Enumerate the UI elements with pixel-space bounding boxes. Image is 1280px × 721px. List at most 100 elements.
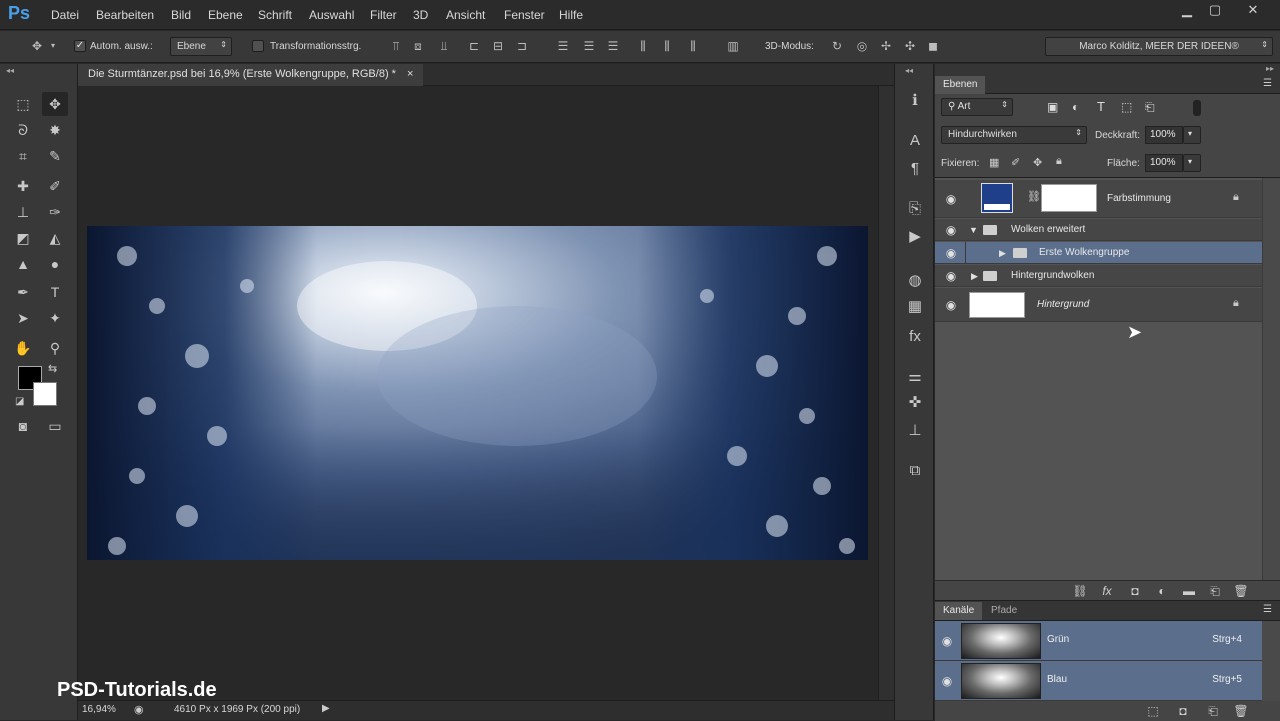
brush-presets-panel-icon[interactable]: ✜	[903, 392, 927, 414]
close-button[interactable]: ✕	[1236, 0, 1270, 22]
background-color-swatch[interactable]	[33, 382, 57, 406]
layers-scrollbar[interactable]	[1262, 178, 1280, 580]
menu-ansicht[interactable]: Ansicht	[446, 8, 485, 22]
new-adjustment-layer-icon[interactable]: ◐	[1154, 583, 1170, 599]
3d-scale-icon[interactable]: ◼	[926, 39, 940, 53]
color-panel-icon[interactable]: ◍	[903, 270, 927, 292]
info-panel-icon[interactable]: ℹ	[903, 90, 927, 112]
group-expanded-arrow-icon[interactable]: ▼	[969, 225, 978, 235]
link-layers-icon[interactable]: ⛓	[1072, 583, 1088, 599]
quick-mask-icon[interactable]: ◙	[10, 414, 36, 438]
save-selection-icon[interactable]: ◘	[1175, 703, 1191, 719]
visibility-eye-icon[interactable]: ◉	[939, 633, 955, 649]
zoom-level[interactable]: 16,94%	[82, 704, 116, 715]
3d-slide-icon[interactable]: ✣	[903, 39, 917, 53]
auto-align-icon[interactable]: ▥	[726, 39, 740, 53]
mask-link-icon[interactable]: ⛓	[1027, 190, 1041, 203]
layer-row-erste-wolkengruppe[interactable]: ◉ ▶ Erste Wolkengruppe	[935, 242, 1262, 264]
path-selection-tool-icon[interactable]: ➤	[10, 306, 36, 330]
type-tool-icon[interactable]: T	[42, 280, 68, 304]
align-bottom-icon[interactable]: ⫫	[437, 39, 451, 53]
visibility-eye-icon[interactable]: ◉	[943, 222, 959, 238]
group-collapsed-arrow-icon[interactable]: ▶	[971, 271, 978, 282]
new-group-icon[interactable]: ▬	[1181, 583, 1197, 599]
layer-row-hintergrund[interactable]: ◉ Hintergrund 🔒︎	[935, 288, 1262, 322]
history-panel-icon[interactable]: ⎘	[903, 198, 927, 220]
lock-all-icon[interactable]: 🔒︎	[1056, 155, 1062, 168]
delete-channel-icon[interactable]: 🗑︎	[1233, 703, 1249, 719]
default-colors-icon[interactable]: ◪	[15, 396, 24, 407]
screen-mode-icon[interactable]: ▭	[42, 414, 68, 438]
lock-position-icon[interactable]: ✥	[1033, 156, 1042, 169]
magic-wand-tool-icon[interactable]: ✸	[42, 118, 68, 142]
new-channel-icon[interactable]: ⎗	[1205, 703, 1221, 719]
styles-panel-icon[interactable]: fx	[903, 326, 927, 348]
distribute-left-icon[interactable]: ⫼	[636, 39, 650, 53]
tab-channels[interactable]: Kanäle	[935, 602, 983, 620]
move-tool-icon[interactable]: ✥	[26, 39, 48, 53]
paint-bucket-tool-icon[interactable]: ◭	[42, 226, 68, 250]
layer-row-farbstimmung[interactable]: ◉ ⛓ Farbstimmung 🔒︎	[935, 180, 1262, 218]
history-brush-tool-icon[interactable]: ✑	[42, 200, 68, 224]
distribute-bottom-icon[interactable]: ☰	[606, 39, 620, 53]
filter-type-icon[interactable]: T	[1097, 99, 1105, 114]
lock-transparency-icon[interactable]: ▦	[989, 156, 999, 169]
visibility-eye-icon[interactable]: ◉	[939, 673, 955, 689]
menu-fenster[interactable]: Fenster	[504, 8, 545, 22]
eyedropper-tool-icon[interactable]: ✎	[42, 144, 68, 168]
filter-kind-dropdown[interactable]: ⚲ Art ⇕	[941, 98, 1013, 116]
collapse-panels-icon[interactable]: ▸▸	[1266, 64, 1274, 73]
close-document-icon[interactable]: ×	[407, 68, 413, 80]
align-left-icon[interactable]: ⊏	[467, 39, 481, 53]
visibility-eye-icon[interactable]: ◉	[943, 268, 959, 284]
clone-stamp-tool-icon[interactable]: ⊥	[10, 200, 36, 224]
auto-select-checkbox[interactable]: ✓	[74, 40, 86, 52]
tab-layers[interactable]: Ebenen	[935, 76, 986, 94]
distribute-top-icon[interactable]: ☰	[556, 39, 570, 53]
menu-bild[interactable]: Bild	[171, 8, 191, 22]
visibility-eye-icon[interactable]: ◉	[943, 245, 959, 261]
status-info-icon[interactable]: ◉	[134, 703, 144, 716]
tab-paths[interactable]: Pfade	[983, 602, 1025, 620]
swatches-panel-icon[interactable]: ▦	[903, 296, 927, 318]
menu-bearbeiten[interactable]: Bearbeiten	[96, 8, 154, 22]
canvas-image[interactable]	[87, 226, 868, 560]
swap-colors-icon[interactable]: ⇆	[48, 362, 57, 375]
layer-row-wolken-erweitert[interactable]: ◉ ▼ Wolken erweitert	[935, 219, 1262, 241]
new-layer-icon[interactable]: ⎗	[1207, 583, 1223, 599]
align-top-icon[interactable]: ⫪	[389, 39, 403, 53]
canvas-vertical-scrollbar[interactable]	[878, 86, 894, 700]
fill-slider-dropdown[interactable]: ▾	[1183, 154, 1201, 172]
status-menu-arrow-icon[interactable]: ▶	[322, 703, 330, 714]
dodge-tool-icon[interactable]: ●	[42, 252, 68, 276]
tool-preset-dropdown[interactable]: ▾	[48, 39, 58, 53]
menu-auswahl[interactable]: Auswahl	[309, 8, 354, 22]
filter-smart-object-icon[interactable]: ⎗	[1145, 100, 1155, 115]
transform-controls-checkbox[interactable]	[252, 40, 264, 52]
filter-pixel-icon[interactable]: ▣	[1047, 100, 1058, 114]
lock-pixels-icon[interactable]: ✐	[1011, 156, 1020, 169]
document-tab[interactable]: Die Sturmtänzer.psd bei 16,9% (Erste Wol…	[78, 64, 424, 86]
adjustments-panel-icon[interactable]: ⚌	[903, 366, 927, 388]
menu-3d[interactable]: 3D	[413, 8, 428, 22]
character-panel-icon[interactable]: A	[903, 130, 927, 152]
3d-panel-icon[interactable]: ⧉	[903, 460, 927, 482]
3d-roll-icon[interactable]: ◎	[855, 39, 869, 53]
blur-tool-icon[interactable]: ▲	[10, 252, 36, 276]
blend-mode-dropdown[interactable]: Hindurchwirken ⇕	[941, 126, 1087, 144]
paragraph-panel-icon[interactable]: ¶	[903, 158, 927, 180]
pen-tool-icon[interactable]: ✒	[10, 280, 36, 304]
3d-pan-icon[interactable]: ✢	[879, 39, 893, 53]
move-tool-icon[interactable]: ✥	[42, 92, 68, 116]
custom-shape-tool-icon[interactable]: ✦	[42, 306, 68, 330]
menu-ebene[interactable]: Ebene	[208, 8, 243, 22]
filter-shape-icon[interactable]: ⬚	[1121, 100, 1132, 114]
menu-filter[interactable]: Filter	[370, 8, 397, 22]
layer-row-hintergrundwolken[interactable]: ◉ ▶ Hintergrundwolken	[935, 265, 1262, 287]
collapse-toolbar-icon[interactable]: ◂◂	[6, 66, 14, 75]
healing-brush-tool-icon[interactable]: ✚	[10, 174, 36, 198]
channels-scrollbar[interactable]	[1262, 621, 1280, 701]
menu-datei[interactable]: Datei	[51, 8, 79, 22]
align-right-icon[interactable]: ⊐	[515, 39, 529, 53]
load-selection-icon[interactable]: ⬚	[1145, 703, 1161, 719]
